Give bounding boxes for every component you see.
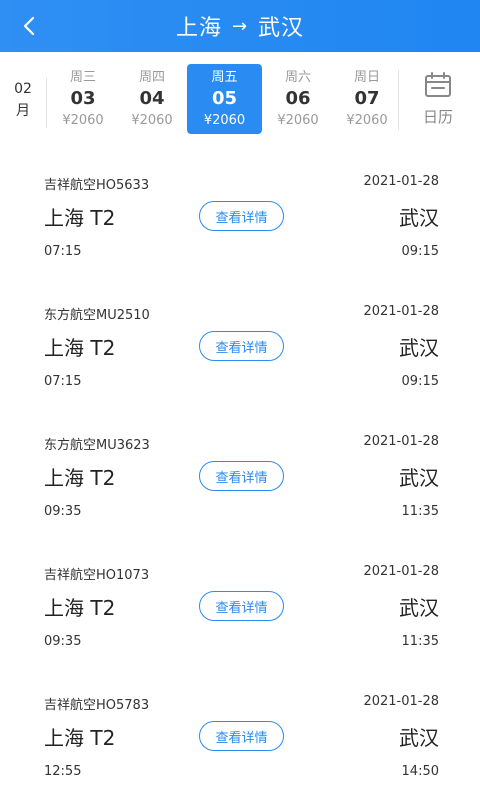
day-number: 07 bbox=[354, 88, 380, 109]
airline-flight-number: 吉祥航空HO5783 bbox=[44, 698, 150, 713]
departure-airport: 上海 T2 bbox=[44, 466, 116, 490]
arrival-time: 09:15 bbox=[401, 374, 439, 389]
day-price: ¥2060 bbox=[203, 113, 246, 128]
flight-card: 吉祥航空HO5783 2021-01-28 上海 T2 查看详情 武汉 12:5… bbox=[0, 670, 480, 800]
airline-flight-number: 吉祥航空HO1073 bbox=[44, 568, 150, 583]
departure-time: 09:35 bbox=[44, 634, 82, 649]
departure-time: 12:55 bbox=[44, 764, 82, 779]
arrival-time: 11:35 bbox=[401, 504, 439, 519]
departure-time: 09:35 bbox=[44, 504, 82, 519]
flight-date: 2021-01-28 bbox=[363, 174, 439, 189]
date-tab-4[interactable]: 周日 07 ¥2060 bbox=[331, 64, 403, 134]
day-price: ¥2060 bbox=[277, 113, 319, 128]
view-details-button[interactable]: 查看详情 bbox=[199, 461, 284, 491]
arrival-city: 武汉 bbox=[399, 466, 439, 490]
month-label: 02 月 bbox=[8, 78, 38, 122]
arrival-city: 武汉 bbox=[399, 596, 439, 620]
route-title: 上海 → 武汉 bbox=[0, 0, 480, 52]
flight-date: 2021-01-28 bbox=[363, 694, 439, 709]
date-tab-2-selected[interactable]: 周五 05 ¥2060 bbox=[187, 64, 262, 134]
calendar-icon bbox=[425, 72, 451, 97]
view-details-button[interactable]: 查看详情 bbox=[199, 591, 284, 621]
weekday-label: 周日 bbox=[353, 70, 380, 85]
date-tab-0[interactable]: 周三 03 ¥2060 bbox=[47, 64, 119, 134]
weekday-label: 周三 bbox=[69, 70, 96, 85]
departure-airport: 上海 T2 bbox=[44, 726, 116, 750]
route-arrow: → bbox=[231, 15, 249, 37]
divider bbox=[398, 70, 399, 130]
weekday-label: 周五 bbox=[211, 70, 238, 85]
arrival-city: 武汉 bbox=[399, 336, 439, 360]
airline-flight-number: 东方航空MU2510 bbox=[44, 308, 150, 323]
view-details-button[interactable]: 查看详情 bbox=[199, 331, 284, 361]
weekday-label: 周四 bbox=[138, 70, 165, 85]
departure-time: 07:15 bbox=[44, 244, 82, 259]
day-number: 06 bbox=[285, 88, 311, 109]
flight-date: 2021-01-28 bbox=[363, 434, 439, 449]
airline-flight-number: 吉祥航空HO5633 bbox=[44, 178, 150, 193]
date-tab-1[interactable]: 周四 04 ¥2060 bbox=[116, 64, 188, 134]
departure-airport: 上海 T2 bbox=[44, 206, 116, 230]
departure-airport: 上海 T2 bbox=[44, 596, 116, 620]
flight-date: 2021-01-28 bbox=[363, 564, 439, 579]
view-details-button[interactable]: 查看详情 bbox=[199, 721, 284, 751]
flight-card: 吉祥航空HO5633 2021-01-28 上海 T2 查看详情 武汉 07:1… bbox=[0, 150, 480, 280]
arrival-time: 14:50 bbox=[401, 764, 439, 779]
top-bar: 上海 → 武汉 bbox=[0, 0, 480, 52]
month-number: 02 bbox=[14, 81, 32, 97]
arrival-time: 11:35 bbox=[401, 634, 439, 649]
month-unit: 月 bbox=[16, 103, 30, 119]
origin-city: 上海 bbox=[175, 16, 222, 41]
departure-time: 07:15 bbox=[44, 374, 82, 389]
day-number: 04 bbox=[139, 88, 165, 109]
view-details-button[interactable]: 查看详情 bbox=[199, 201, 284, 231]
flight-card: 东方航空MU3623 2021-01-28 上海 T2 查看详情 武汉 09:3… bbox=[0, 410, 480, 540]
arrival-city: 武汉 bbox=[399, 726, 439, 750]
calendar-button[interactable]: 日历 bbox=[410, 72, 466, 132]
departure-airport: 上海 T2 bbox=[44, 336, 116, 360]
day-price: ¥2060 bbox=[62, 113, 104, 128]
day-price: ¥2060 bbox=[131, 113, 173, 128]
destination-city: 武汉 bbox=[258, 16, 305, 41]
weekday-label: 周六 bbox=[284, 70, 311, 85]
flight-card: 吉祥航空HO1073 2021-01-28 上海 T2 查看详情 武汉 09:3… bbox=[0, 540, 480, 670]
day-number: 05 bbox=[211, 88, 238, 109]
date-tab-3[interactable]: 周六 06 ¥2060 bbox=[262, 64, 334, 134]
calendar-label: 日历 bbox=[422, 108, 453, 126]
arrival-time: 09:15 bbox=[401, 244, 439, 259]
flight-card: 东方航空MU2510 2021-01-28 上海 T2 查看详情 武汉 07:1… bbox=[0, 280, 480, 410]
day-price: ¥2060 bbox=[346, 113, 388, 128]
arrival-city: 武汉 bbox=[399, 206, 439, 230]
date-selector: 02 月 周三 03 ¥2060 周四 04 ¥2060 周五 05 ¥2060… bbox=[0, 52, 480, 144]
airline-flight-number: 东方航空MU3623 bbox=[44, 438, 150, 453]
flight-date: 2021-01-28 bbox=[363, 304, 439, 319]
day-number: 03 bbox=[70, 88, 96, 109]
